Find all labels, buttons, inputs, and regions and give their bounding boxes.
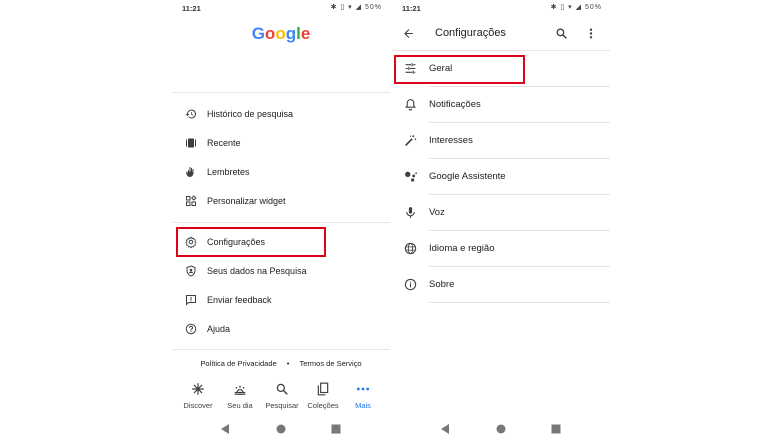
recents-square-icon[interactable] bbox=[331, 421, 341, 439]
more-dots-icon bbox=[342, 382, 384, 400]
back-triangle-icon[interactable] bbox=[220, 421, 230, 439]
menu-label: Histórico de pesquisa bbox=[207, 109, 294, 119]
home-circle-icon[interactable] bbox=[496, 421, 506, 439]
privacy-link[interactable]: Política de Privacidade bbox=[200, 359, 276, 368]
app-bar: Configurações bbox=[392, 18, 610, 50]
search-icon bbox=[261, 382, 303, 400]
setting-assistant[interactable]: Google Assistente bbox=[392, 159, 610, 195]
collections-icon bbox=[302, 382, 344, 400]
status-icons: ✱ ▯ ▾ ◢ 50% bbox=[550, 4, 602, 11]
google-app-menu-screen: 11:21 ✱ ▯ ▾ ◢ 50% Google Histórico de pe… bbox=[172, 0, 390, 440]
highlight-box bbox=[394, 55, 525, 84]
help-icon bbox=[184, 322, 198, 336]
status-icons: ✱ ▯ ▾ ◢ 50% bbox=[330, 4, 382, 11]
divider bbox=[172, 92, 390, 93]
sunrise-icon bbox=[219, 382, 261, 400]
shield-icon bbox=[184, 264, 198, 278]
menu-label: Ajuda bbox=[207, 324, 231, 334]
nav-collections[interactable]: Coleções bbox=[302, 378, 344, 410]
feedback-icon bbox=[184, 293, 198, 307]
menu-label: Personalizar widget bbox=[207, 196, 286, 206]
setting-about[interactable]: Sobre bbox=[392, 267, 610, 303]
status-time: 11:21 bbox=[182, 4, 201, 13]
setting-label: Interesses bbox=[429, 135, 473, 146]
recent-cards-icon bbox=[184, 136, 198, 150]
setting-label: Sobre bbox=[429, 279, 455, 290]
reminder-hand-icon bbox=[184, 165, 198, 179]
nav-discover[interactable]: Discover bbox=[177, 378, 219, 410]
divider bbox=[429, 302, 610, 303]
bell-icon bbox=[404, 98, 418, 112]
search-icon[interactable] bbox=[555, 27, 568, 45]
footer-links: Política de Privacidade • Termos de Serv… bbox=[172, 359, 390, 368]
nav-label: Mais bbox=[355, 401, 371, 410]
terms-link[interactable]: Termos de Serviço bbox=[300, 359, 362, 368]
google-logo: Google bbox=[251, 24, 311, 43]
setting-label: Voz bbox=[429, 207, 445, 218]
setting-label: Idioma e região bbox=[429, 243, 495, 254]
nav-search[interactable]: Pesquisar bbox=[261, 378, 303, 410]
menu-item-your-data[interactable]: Seus dados na Pesquisa bbox=[172, 257, 390, 285]
status-time: 11:21 bbox=[402, 4, 421, 13]
menu-item-widget[interactable]: Personalizar widget bbox=[172, 187, 390, 215]
nav-label: Discover bbox=[183, 401, 213, 410]
menu-item-recent[interactable]: Recente bbox=[172, 129, 390, 157]
settings-screen: 11:21 ✱ ▯ ▾ ◢ 50% Configurações Geral No… bbox=[392, 0, 610, 440]
menu-label: Lembretes bbox=[207, 167, 250, 177]
setting-label: Notificações bbox=[429, 99, 481, 110]
nav-label: Pesquisar bbox=[265, 401, 299, 410]
discover-icon bbox=[177, 382, 219, 400]
divider bbox=[172, 222, 390, 223]
system-navigation-bar bbox=[172, 414, 390, 440]
status-bar: 11:21 ✱ ▯ ▾ ◢ 50% bbox=[392, 0, 610, 18]
menu-item-feedback[interactable]: Enviar feedback bbox=[172, 286, 390, 314]
highlight-box bbox=[176, 227, 326, 257]
setting-language[interactable]: Idioma e região bbox=[392, 231, 610, 267]
menu-label: Enviar feedback bbox=[207, 295, 272, 305]
setting-voice[interactable]: Voz bbox=[392, 195, 610, 231]
menu-item-help[interactable]: Ajuda bbox=[172, 315, 390, 343]
assistant-icon bbox=[404, 170, 418, 184]
system-navigation-bar bbox=[392, 414, 610, 440]
back-triangle-icon[interactable] bbox=[440, 421, 450, 439]
history-icon bbox=[184, 107, 198, 121]
battery-level: 50% bbox=[364, 4, 382, 11]
bottom-navigation: Discover Seu dia Pesquisar Coleções Mais bbox=[172, 378, 390, 414]
home-circle-icon[interactable] bbox=[276, 421, 286, 439]
magic-wand-icon bbox=[404, 134, 418, 148]
globe-icon bbox=[404, 242, 418, 256]
nav-label: Coleções bbox=[307, 401, 339, 410]
menu-label: Recente bbox=[207, 138, 241, 148]
recents-square-icon[interactable] bbox=[551, 421, 561, 439]
info-icon bbox=[404, 278, 418, 292]
menu-item-history[interactable]: Histórico de pesquisa bbox=[172, 100, 390, 128]
nav-more[interactable]: Mais bbox=[342, 378, 384, 410]
footer-separator: • bbox=[286, 359, 290, 368]
widget-icon bbox=[184, 194, 198, 208]
page-title: Configurações bbox=[435, 27, 506, 39]
setting-notifications[interactable]: Notificações bbox=[392, 87, 610, 123]
nav-label: Seu dia bbox=[227, 401, 253, 410]
overflow-menu-icon[interactable] bbox=[588, 27, 594, 45]
setting-label: Google Assistente bbox=[429, 171, 506, 182]
status-bar: 11:21 ✱ ▯ ▾ ◢ 50% bbox=[172, 0, 390, 18]
nav-your-day[interactable]: Seu dia bbox=[219, 378, 261, 410]
microphone-icon bbox=[404, 206, 418, 220]
setting-interests[interactable]: Interesses bbox=[392, 123, 610, 159]
divider bbox=[172, 349, 390, 350]
menu-label: Seus dados na Pesquisa bbox=[207, 266, 307, 276]
back-arrow-icon[interactable] bbox=[402, 27, 415, 45]
menu-item-reminders[interactable]: Lembretes bbox=[172, 158, 390, 186]
battery-level: 50% bbox=[584, 4, 602, 11]
